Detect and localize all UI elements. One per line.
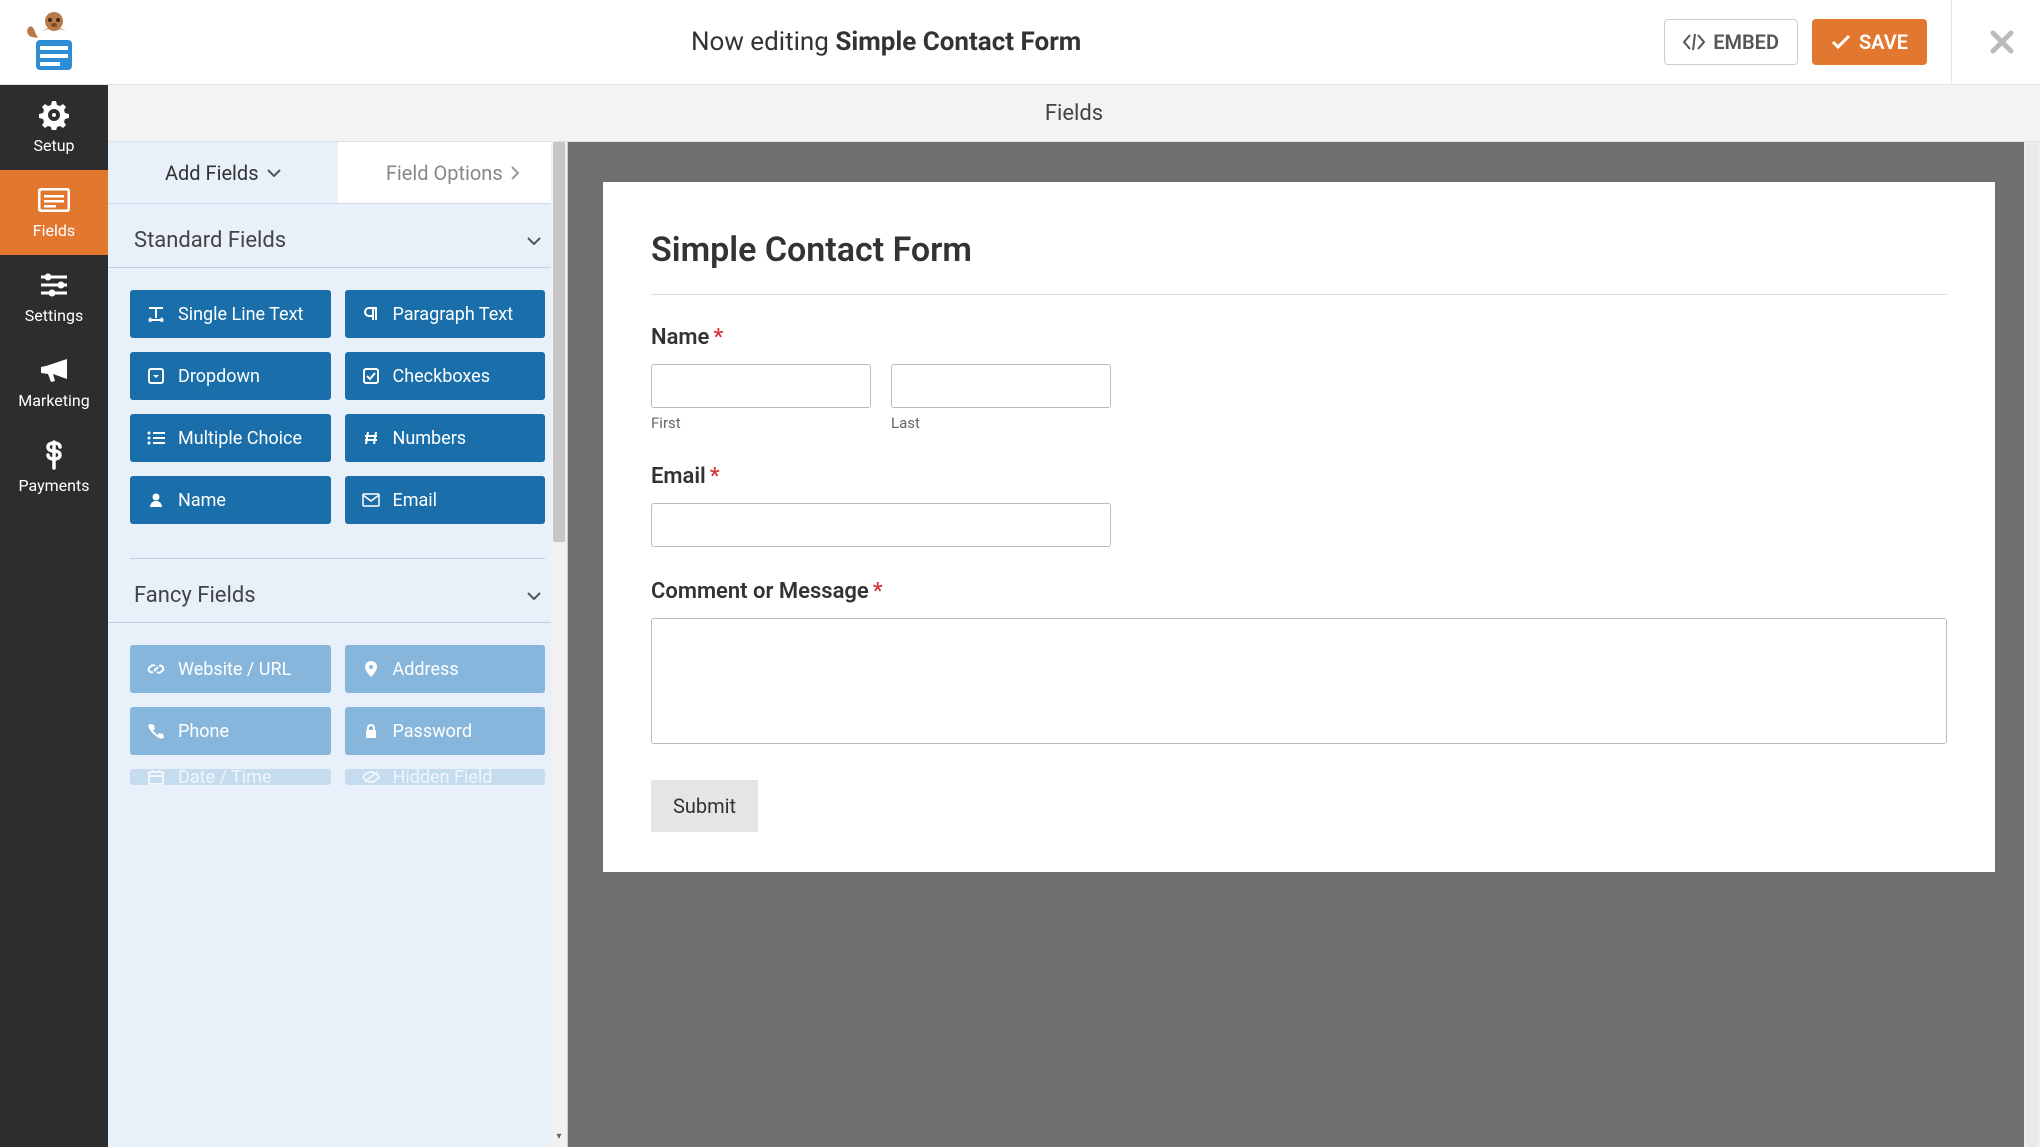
- field-label-comment: Comment or Message*: [651, 579, 1947, 604]
- megaphone-icon: [39, 355, 69, 385]
- link-icon: [146, 660, 166, 678]
- text-width-icon: [146, 306, 166, 322]
- sublabel-first: First: [651, 414, 871, 432]
- nav-fields[interactable]: Fields: [0, 170, 108, 255]
- paragraph-icon: [361, 306, 381, 322]
- chevron-right-icon: [511, 166, 519, 180]
- sublabel-last: Last: [891, 414, 1111, 432]
- field-single-line-text[interactable]: Single Line Text: [130, 290, 331, 338]
- last-name-input[interactable]: [891, 364, 1111, 408]
- editing-prefix: Now editing: [691, 27, 829, 57]
- comment-textarea[interactable]: [651, 618, 1947, 744]
- lock-icon: [361, 723, 381, 739]
- phone-icon: [146, 723, 166, 739]
- nav-payments[interactable]: Payments: [0, 425, 108, 510]
- list-icon: [146, 431, 166, 445]
- standard-fields-grid: Single Line Text Paragraph Text Dropdown: [108, 290, 567, 546]
- tab-field-options[interactable]: Field Options: [338, 142, 568, 203]
- field-checkboxes[interactable]: Checkboxes: [345, 352, 546, 400]
- form-name: Simple Contact Form: [835, 27, 1081, 57]
- canvas-scrollbar[interactable]: [2024, 142, 2040, 1147]
- form-preview: Simple Contact Form Name* First: [603, 182, 1995, 872]
- section-title: Fields: [108, 85, 2040, 142]
- scroll-thumb[interactable]: [553, 142, 565, 542]
- scroll-down-arrow[interactable]: ▾: [551, 1131, 567, 1147]
- field-dropdown[interactable]: Dropdown: [130, 352, 331, 400]
- user-icon: [146, 492, 166, 508]
- top-bar: Now editing Simple Contact Form EMBED SA…: [0, 0, 2040, 85]
- envelope-icon: [361, 493, 381, 507]
- field-email[interactable]: Email*: [651, 464, 1947, 547]
- section-fancy-header[interactable]: Fancy Fields: [108, 559, 567, 623]
- divider: [1951, 0, 1952, 85]
- field-date-time[interactable]: Date / Time: [130, 769, 331, 785]
- close-icon: [1990, 30, 2014, 54]
- form-icon: [38, 185, 70, 215]
- panel-scrollbar[interactable]: ▴ ▾: [551, 142, 567, 1147]
- field-website-url[interactable]: Website / URL: [130, 645, 331, 693]
- check-square-icon: [361, 368, 381, 384]
- page-title: Now editing Simple Contact Form: [108, 27, 1664, 57]
- field-label-email: Email*: [651, 464, 1947, 489]
- field-name[interactable]: Name* First Last: [651, 325, 1947, 432]
- field-numbers[interactable]: Numbers: [345, 414, 546, 462]
- gear-icon: [39, 100, 69, 130]
- hash-icon: [361, 430, 381, 446]
- submit-button[interactable]: Submit: [651, 780, 758, 832]
- field-name[interactable]: Name: [130, 476, 331, 524]
- field-hidden[interactable]: Hidden Field: [345, 769, 546, 785]
- fancy-fields-grid: Website / URL Address Phone Passwor: [108, 645, 567, 807]
- app-logo: [0, 10, 108, 74]
- field-password[interactable]: Password: [345, 707, 546, 755]
- save-button[interactable]: SAVE: [1812, 19, 1927, 65]
- field-phone[interactable]: Phone: [130, 707, 331, 755]
- calendar-icon: [146, 769, 166, 785]
- email-input[interactable]: [651, 503, 1111, 547]
- field-multiple-choice[interactable]: Multiple Choice: [130, 414, 331, 462]
- fields-panel: Add Fields Field Options Standard Fields: [108, 142, 568, 1147]
- field-comment[interactable]: Comment or Message*: [651, 579, 1947, 748]
- nav-setup[interactable]: Setup: [0, 85, 108, 170]
- field-paragraph-text[interactable]: Paragraph Text: [345, 290, 546, 338]
- top-actions: EMBED SAVE: [1664, 0, 2040, 85]
- field-address[interactable]: Address: [345, 645, 546, 693]
- eye-slash-icon: [361, 770, 381, 784]
- nav-settings[interactable]: Settings: [0, 255, 108, 340]
- nav-marketing[interactable]: Marketing: [0, 340, 108, 425]
- left-nav: Setup Fields Settings Marketing Payments: [0, 85, 108, 1147]
- section-standard-header[interactable]: Standard Fields: [108, 204, 567, 268]
- dollar-icon: [44, 440, 64, 470]
- pin-icon: [361, 660, 381, 678]
- caret-square-icon: [146, 368, 166, 384]
- required-marker: *: [710, 464, 720, 489]
- form-title: Simple Contact Form: [651, 230, 1947, 295]
- required-marker: *: [873, 579, 883, 604]
- tab-add-fields[interactable]: Add Fields: [108, 142, 338, 203]
- check-icon: [1831, 34, 1851, 50]
- chevron-down-icon: [527, 237, 541, 245]
- close-button[interactable]: [1984, 24, 2020, 60]
- field-label-name: Name*: [651, 325, 1947, 350]
- chevron-down-icon: [267, 169, 281, 177]
- field-email[interactable]: Email: [345, 476, 546, 524]
- form-canvas: Simple Contact Form Name* First: [568, 142, 2040, 1147]
- first-name-input[interactable]: [651, 364, 871, 408]
- code-icon: [1683, 33, 1705, 51]
- scroll-thumb[interactable]: [2026, 142, 2038, 1147]
- chevron-down-icon: [527, 592, 541, 600]
- embed-button[interactable]: EMBED: [1664, 19, 1798, 65]
- sliders-icon: [39, 270, 69, 300]
- panel-tabs: Add Fields Field Options: [108, 142, 567, 204]
- required-marker: *: [713, 325, 723, 350]
